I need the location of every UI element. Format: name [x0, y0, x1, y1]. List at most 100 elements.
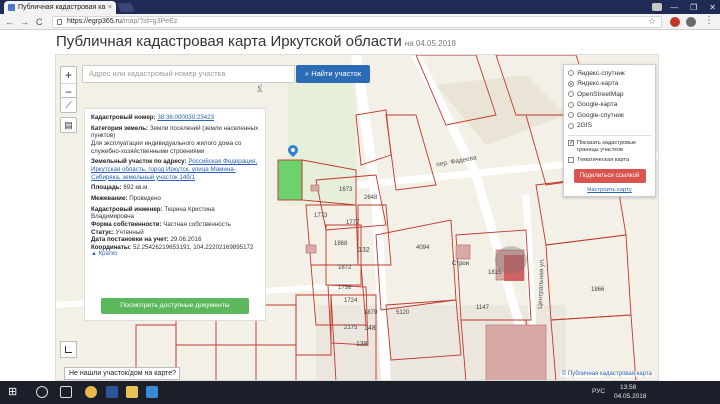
radio-icon	[568, 91, 574, 98]
app-icon[interactable]	[146, 386, 158, 398]
info-category: Категория земель: Земли поселений (земли…	[91, 125, 259, 155]
task-view-icon[interactable]	[60, 386, 72, 398]
parcel-number: 1815	[488, 270, 502, 276]
collapse-link[interactable]: ▲ Кратко	[91, 251, 259, 259]
parcel-number: 2648	[364, 195, 378, 201]
folder-icon[interactable]	[126, 386, 138, 398]
parcel-number: 4094	[416, 245, 430, 251]
layer-option[interactable]: Яндекс-спутник	[568, 68, 651, 79]
cortana-icon[interactable]	[36, 386, 48, 398]
layer-option-label: Яндекс-спутник	[577, 69, 625, 77]
fullscreen-icon	[65, 346, 72, 353]
view-documents-button[interactable]: Посмотреть доступные документы	[101, 298, 249, 314]
zoom-in-button[interactable]: +	[61, 67, 76, 83]
map-settings-link[interactable]: Настроить карту	[568, 187, 651, 193]
lock-icon	[57, 19, 62, 25]
info-ownership: Форма собственности: Частная собственнос…	[91, 221, 259, 229]
info-label: Земельный участок по адресу:	[91, 158, 187, 166]
profile-icon[interactable]	[652, 3, 662, 11]
parcel-number: 1866	[591, 287, 605, 293]
ruler-icon[interactable]: ⟋	[60, 97, 77, 113]
search-button[interactable]: ⌕ Найти участок	[296, 65, 370, 83]
layer-option[interactable]: Яндекс-карта	[568, 79, 651, 90]
info-label: Координаты:	[91, 243, 132, 251]
cadnum-link[interactable]: 38:36:000030:23423	[157, 114, 214, 121]
extension-icon[interactable]	[670, 17, 680, 27]
url-host: https://egrp365.ru	[67, 18, 122, 25]
divider	[568, 135, 651, 136]
browser-menu-icon[interactable]: ⋮	[704, 15, 714, 26]
layer-option[interactable]: Google-карта	[568, 100, 651, 111]
minimize-icon[interactable]: —	[670, 3, 678, 12]
parcel-number: 138	[356, 341, 368, 348]
word-icon[interactable]	[106, 386, 118, 398]
new-tab-button[interactable]	[117, 3, 135, 12]
parcel-number: 1879	[364, 310, 378, 316]
info-label: Категория земель:	[91, 124, 149, 132]
print-icon[interactable]: ▤	[60, 117, 77, 133]
info-value: Для эксплуатации индивидуального жилого …	[91, 139, 242, 155]
url-input[interactable]: https://egrp365.ru/map/?id=g3PeEz	[52, 16, 662, 28]
clock-time[interactable]: 13:58	[620, 384, 636, 391]
info-address: Земельный участок по адресу: Российская …	[91, 158, 259, 181]
browser-tab-bar: Публичная кадастровая ка × — ❐ ✕	[0, 0, 720, 14]
layer-option[interactable]: 2GIS	[568, 121, 651, 132]
parcel-number: 1872	[338, 265, 352, 271]
chrome-icon[interactable]	[85, 386, 97, 398]
layer-option-label: Google-спутник	[577, 111, 624, 119]
clock-date[interactable]: 04.05.2018	[614, 393, 647, 400]
page-title-date: на 04.05.2018	[404, 39, 456, 48]
search-input[interactable]: Адрес или кадастровый номер участка	[82, 65, 295, 83]
close-window-icon[interactable]: ✕	[709, 3, 716, 12]
layer-option-label: OpenStreetMap	[577, 90, 624, 98]
back-icon[interactable]: ←	[5, 16, 14, 28]
windows-taskbar: ⊞ РУС 13:58 04.05.2018	[0, 381, 720, 404]
tab-close-icon[interactable]: ×	[108, 4, 112, 11]
fullscreen-button[interactable]	[60, 341, 77, 358]
parcel-number: 1724	[344, 298, 358, 304]
checkbox-checked-icon: ✓	[568, 140, 575, 146]
url-path: /map/?id=g3PeEz	[121, 18, 178, 25]
radio-icon	[568, 70, 574, 77]
parcel-number: 1738	[338, 285, 352, 291]
radio-icon	[568, 122, 574, 129]
not-found-link[interactable]: Не нашли участок/дом на карте?	[64, 367, 180, 380]
info-value: Частная собственность	[163, 221, 231, 229]
windows-start-icon[interactable]: ⊞	[8, 386, 20, 398]
maximize-icon[interactable]: ❐	[690, 3, 697, 12]
parcel-info-panel: Кадастровый номер: 38:36:000030:23423 Ка…	[84, 108, 266, 321]
page-title: Публичная кадастровая карта Иркутской об…	[56, 33, 456, 50]
building-label: Строи	[452, 261, 470, 267]
reload-icon[interactable]: C	[36, 16, 43, 28]
cadastral-map[interactable]: ул. Ма пер. Фадеева Центральная ул. 1673…	[55, 54, 659, 381]
address-bar: ← → C https://egrp365.ru/map/?id=g3PeEz …	[0, 14, 720, 30]
radio-selected-icon	[568, 80, 574, 87]
page-title-text: Публичная кадастровая карта Иркутской об…	[56, 33, 402, 50]
keyboard-language[interactable]: РУС	[592, 388, 605, 395]
layer-option-label: 2GIS	[577, 122, 593, 130]
layer-option[interactable]: OpenStreetMap	[568, 89, 651, 100]
info-label: Кадастровый номер:	[91, 114, 156, 121]
map-attribution[interactable]: © Публичная кадастровая карта	[559, 371, 654, 377]
layer-option-label: Google-карта	[577, 101, 618, 109]
parcel-number: 1777	[346, 220, 360, 226]
info-status: Статус: Учтенный	[91, 229, 259, 237]
parcel-number: 148	[364, 325, 376, 332]
show-boundaries-checkbox[interactable]: ✓ Показать кадастровые границы участков	[568, 140, 651, 154]
favicon-icon	[8, 4, 15, 11]
thematic-map-checkbox[interactable]: Тематическая карта	[568, 157, 651, 164]
info-label: Площадь:	[91, 184, 122, 192]
share-link-button[interactable]: Поделиться ссылкой	[573, 169, 646, 183]
parcel-number: 132	[358, 247, 370, 254]
layers-panel: Яндекс-спутник Яндекс-карта OpenStreetMa…	[563, 64, 656, 197]
info-label: Дата постановки на учет:	[91, 236, 169, 244]
search-button-label: Найти участок	[311, 69, 362, 78]
layer-option[interactable]: Google-спутник	[568, 110, 651, 121]
extension-icon[interactable]	[686, 17, 696, 27]
parcel-number: 1673	[339, 187, 353, 193]
info-regdate: Дата постановки на учет: 29.06.2016	[91, 236, 259, 244]
bookmark-star-icon[interactable]: ☆	[648, 16, 656, 27]
forward-icon[interactable]: →	[20, 16, 29, 28]
browser-tab[interactable]: Публичная кадастровая ка ×	[4, 1, 116, 14]
checkbox-icon	[568, 157, 574, 163]
